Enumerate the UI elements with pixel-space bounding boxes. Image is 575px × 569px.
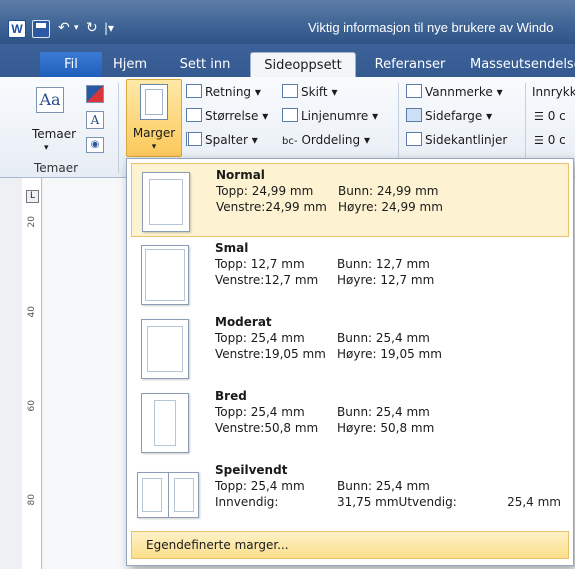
tab-sett-inn[interactable]: Sett inn xyxy=(172,52,238,77)
storrelse-button[interactable]: Størrelse ▾ xyxy=(186,107,268,125)
margin-option-moderat[interactable]: Moderat Topp: 25,4 mm Venstre:19,05 mm B… xyxy=(131,311,569,385)
vertical-ruler: L 20 40 60 80 xyxy=(22,178,42,569)
orddeling-button[interactable]: bc- Orddeling ▾ xyxy=(282,131,370,151)
sidefarge-button[interactable]: Sidefarge ▾ xyxy=(406,107,492,125)
undo-dropdown-icon[interactable]: ▾ xyxy=(74,18,79,38)
vannmerke-button[interactable]: Vannmerke ▾ xyxy=(406,83,503,101)
themes-button[interactable]: Temaer xyxy=(32,125,76,143)
indent-right-field[interactable]: ☰ 0 c xyxy=(534,131,566,150)
theme-colors-icon[interactable] xyxy=(86,85,104,103)
innrykk-label: Innrykk xyxy=(532,85,575,99)
window-title: Viktig informasjon til nye brukere av Wi… xyxy=(308,20,554,35)
theme-effects-icon[interactable]: ◉ xyxy=(86,137,104,153)
margin-option-normal[interactable]: Normal Topp: 24,99 mm Venstre:24,99 mm B… xyxy=(131,163,569,237)
margin-smal-preview-icon xyxy=(141,245,189,305)
tab-selector[interactable]: L xyxy=(26,190,39,203)
margin-moderat-preview-icon xyxy=(141,319,189,379)
size-icon xyxy=(186,108,202,122)
themes-icon[interactable]: Aa xyxy=(36,87,64,113)
page-borders-icon xyxy=(406,132,422,146)
redo-icon[interactable]: ↻ xyxy=(86,18,98,38)
tab-sideoppsett[interactable]: Sideoppsett xyxy=(250,52,356,77)
tab-hjem[interactable]: Hjem xyxy=(108,52,152,77)
marger-label: Marger xyxy=(132,126,176,140)
linjenumre-button[interactable]: Linjenumre ▾ xyxy=(282,107,378,125)
themes-dropdown-icon[interactable]: ▾ xyxy=(44,139,49,157)
hyphenation-icon: bc- xyxy=(282,136,298,147)
columns-icon xyxy=(186,132,202,146)
word-app-icon[interactable]: W xyxy=(8,20,26,38)
line-numbers-icon xyxy=(282,108,298,122)
tab-referanser[interactable]: Referanser xyxy=(368,52,452,77)
undo-icon[interactable]: ↶ xyxy=(58,18,70,38)
group-label-temaer: Temaer xyxy=(34,161,79,175)
margin-option-bred[interactable]: Bred Topp: 25,4 mm Venstre:50,8 mm Bunn:… xyxy=(131,385,569,459)
ruler-number: 20 xyxy=(27,216,37,228)
indent-left-field[interactable]: ☰ 0 c xyxy=(534,107,566,126)
custom-margins-button[interactable]: Egendefinerte marger... xyxy=(131,531,569,559)
group-separator xyxy=(118,83,119,173)
ruler-number: 40 xyxy=(27,306,37,318)
margin-option-smal[interactable]: Smal Topp: 12,7 mm Venstre:12,7 mm Bunn:… xyxy=(131,237,569,311)
save-icon[interactable] xyxy=(32,20,50,38)
marger-button[interactable]: Marger ▾ xyxy=(126,79,182,157)
margins-dropdown: Normal Topp: 24,99 mm Venstre:24,99 mm B… xyxy=(126,158,574,566)
watermark-icon xyxy=(406,84,422,98)
margin-speilvendt-preview-icon xyxy=(137,472,199,518)
ruler-number: 80 xyxy=(27,494,37,506)
margins-page-icon xyxy=(140,84,168,120)
skift-button[interactable]: Skift ▾ xyxy=(282,83,337,101)
ruler-number: 60 xyxy=(27,400,37,412)
tab-masseutsendelse[interactable]: Masseutsendelse xyxy=(470,52,575,77)
indent-left-icon: ☰ xyxy=(534,110,544,123)
marger-dropdown-icon: ▾ xyxy=(151,142,157,152)
page-color-icon xyxy=(406,108,422,122)
spalter-button[interactable]: Spalter ▾ xyxy=(186,131,258,149)
margin-option-speilvendt[interactable]: Speilvendt Topp: 25,4 mm Innvendig: Bunn… xyxy=(131,459,569,533)
retning-button[interactable]: Retning ▾ xyxy=(186,83,261,101)
margin-bred-preview-icon xyxy=(141,393,189,453)
sidekantlinjer-button[interactable]: Sidekantlinjer xyxy=(406,131,507,149)
ribbon-tabs: Fil Hjem Sett inn Sideoppsett Referanser… xyxy=(0,44,575,77)
customize-toolbar-icon[interactable]: |▾ xyxy=(104,18,114,38)
orientation-icon xyxy=(186,84,202,98)
tab-fil[interactable]: Fil xyxy=(40,52,102,77)
title-bar: W ↶ ▾ ↻ |▾ Viktig informasjon til nye br… xyxy=(0,0,575,44)
theme-fonts-icon[interactable]: A xyxy=(86,111,104,129)
indent-right-icon: ☰ xyxy=(534,134,544,147)
breaks-icon xyxy=(282,84,298,98)
margin-normal-preview-icon xyxy=(142,172,190,232)
